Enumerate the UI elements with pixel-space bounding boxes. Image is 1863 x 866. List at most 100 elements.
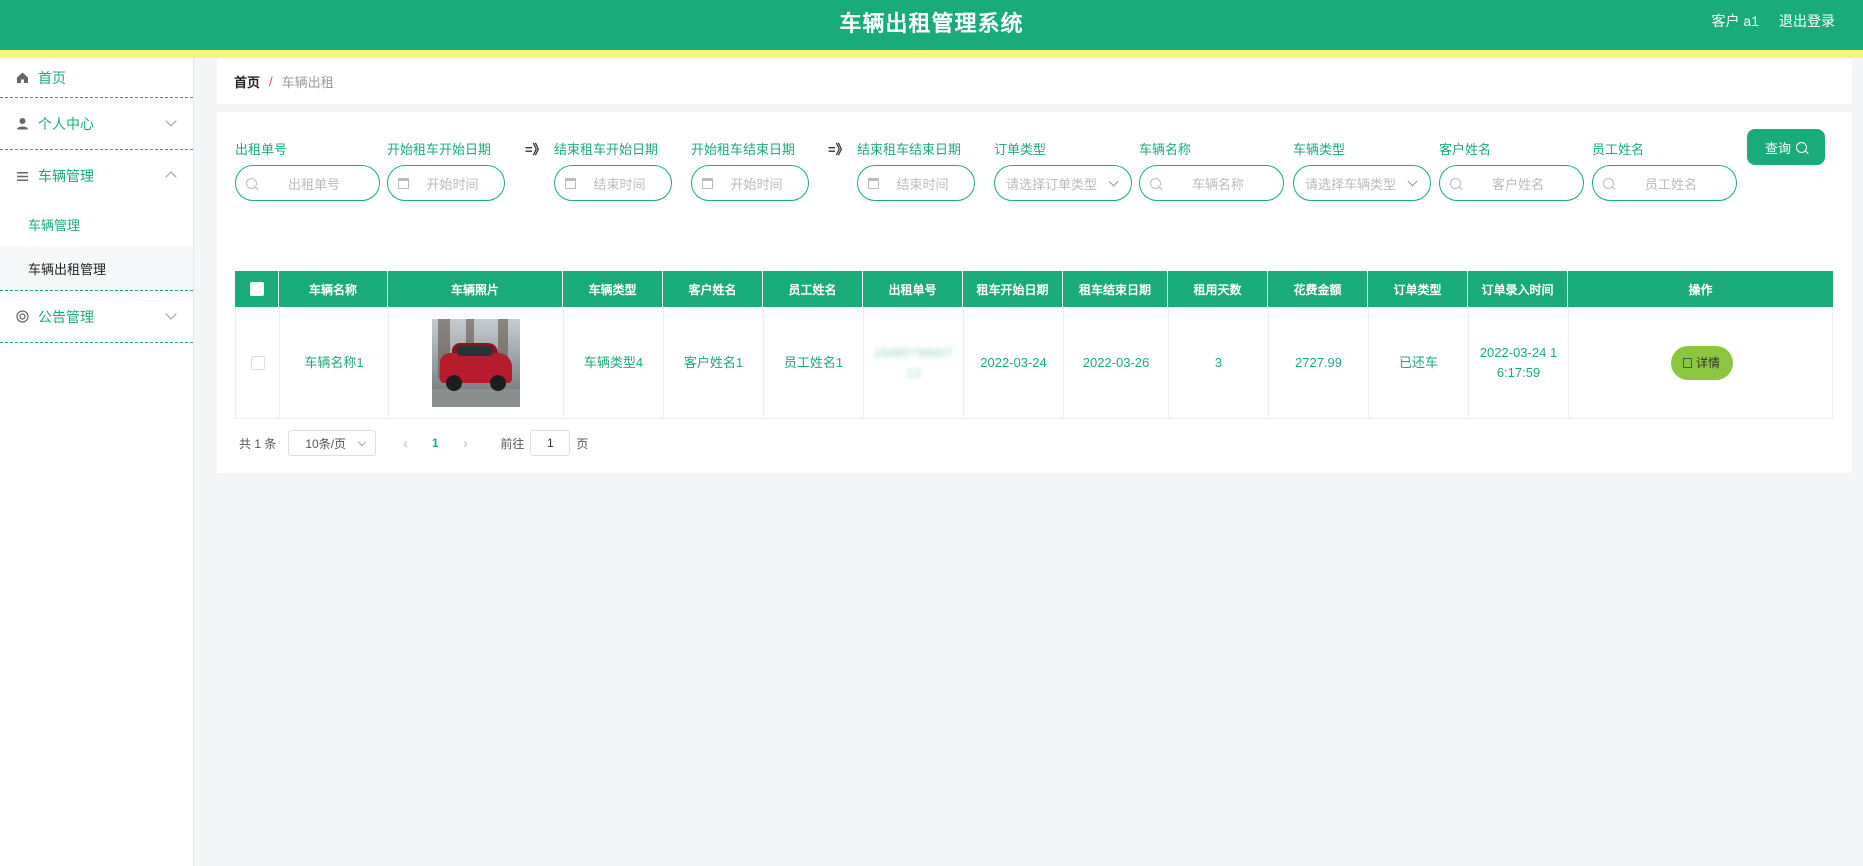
column-header[interactable]: 客户姓名 [663,271,763,307]
vehicle-name-cell: 车辆名称1 [280,307,389,419]
calendar-icon [565,177,576,189]
placeholder: 开始时间 [730,176,783,192]
chevron-down-icon [165,115,177,127]
sidebar-item-label: 公告管理 [38,308,94,325]
column-header[interactable]: 出租单号 [863,271,963,307]
column-header[interactable]: 租用天数 [1168,271,1268,307]
sidebar-subitem-vehicle-rental[interactable]: 车辆出租管理 [0,246,193,290]
main-panel: 出租单号 出租单号 开始租车开始日期 开始时间 =》 结束租车开始日期 结束时间… [217,112,1852,473]
query-button[interactable]: 查询 [1747,129,1825,165]
rent-start-from-date[interactable]: 开始时间 [387,165,505,201]
filter-label: 开始租车结束日期 [691,142,796,157]
filter-customer-name: 客户姓名 客户姓名 [1439,139,1584,201]
search-icon [1150,177,1161,189]
home-icon [14,70,30,86]
range-arrow: =》 [828,142,849,157]
vehicle-name-input[interactable]: 车辆名称 [1139,165,1284,201]
breadcrumb-current: 车辆出租 [281,74,334,90]
rental-table: 车辆名称 车辆照片 车辆类型 客户姓名 员工姓名 出租单号 租车开始日期 租车结… [235,271,1833,419]
column-header[interactable]: 车辆类型 [563,271,663,307]
placeholder: 车辆名称 [1191,176,1244,192]
page-number[interactable]: 1 [420,436,450,450]
staff-name-cell: 员工姓名1 [764,307,864,419]
sidebar-item-home[interactable]: 首页 [0,58,193,98]
filter-order-no: 出租单号 出租单号 [235,139,380,201]
pagination: 共 1 条 10条/页 ‹ 1 › 前往 1 页 [239,430,588,456]
staff-name-input[interactable]: 员工姓名 [1592,165,1737,201]
column-header[interactable]: 花费金额 [1268,271,1368,307]
sidebar: 首页 个人中心 车辆管理 车辆管理 车辆出租管理 公告管理 [0,58,194,866]
filter-rent-end-to: 结束租车结束日期 结束时间 [857,139,975,201]
column-header[interactable]: 车辆照片 [388,271,563,307]
search-icon [1796,141,1807,153]
placeholder: 客户姓名 [1491,176,1544,192]
row-checkbox[interactable] [250,356,265,370]
sidebar-item-label: 车辆管理 [38,168,94,184]
filter-vehicle-name: 车辆名称 车辆名称 [1139,139,1284,201]
filter-label: 员工姓名 [1592,142,1645,157]
next-page-button[interactable]: › [450,435,480,451]
detail-button[interactable]: 详情 [1670,346,1733,380]
order-no-input[interactable]: 出租单号 [235,165,380,201]
order-type-select[interactable]: 请选择订单类型 [994,165,1132,201]
header-stripe [0,50,1863,58]
table-header: 车辆名称 车辆照片 车辆类型 客户姓名 员工姓名 出租单号 租车开始日期 租车结… [235,271,1833,307]
column-header[interactable]: 操作 [1568,271,1833,307]
filter-label: 出租单号 [235,142,288,157]
chevron-down-icon [1407,176,1418,186]
column-header[interactable]: 租车结束日期 [1063,271,1168,307]
sidebar-item-announcements[interactable]: 公告管理 [0,291,193,343]
page-size-value: 10条/页 [305,436,347,451]
breadcrumb-separator: / [269,73,273,89]
rent-end-from-date[interactable]: 开始时间 [691,165,809,201]
goto-page-input[interactable]: 1 [530,430,571,456]
column-header[interactable]: 订单类型 [1368,271,1468,307]
vehicle-type-select[interactable]: 请选择车辆类型 [1293,165,1431,201]
search-icon [246,177,257,189]
sidebar-item-vehicle-management[interactable]: 车辆管理 [0,150,193,202]
customer-name-input[interactable]: 客户姓名 [1439,165,1584,201]
column-header[interactable]: 租车开始日期 [963,271,1063,307]
list-icon [14,168,30,184]
column-header[interactable]: 车辆名称 [279,271,388,307]
filter-rent-start-to: 结束租车开始日期 结束时间 [554,139,672,201]
search-icon [1450,177,1461,189]
placeholder: 员工姓名 [1644,176,1697,192]
sidebar-item-profile[interactable]: 个人中心 [0,98,193,150]
page-size-select[interactable]: 10条/页 [288,430,377,456]
vehicle-photo[interactable] [432,319,520,407]
filter-label: 车辆名称 [1139,142,1192,157]
created-at-cell: 2022-03-24 16:17:59 [1469,307,1569,419]
placeholder: 请选择订单类型 [1005,176,1097,192]
select-all-checkbox[interactable] [249,282,264,296]
sidebar-subitem-vehicles[interactable]: 车辆管理 [0,202,193,246]
rent-start-cell: 2022-03-24 [964,307,1064,419]
detail-button-label: 详情 [1695,356,1720,370]
chevron-down-icon [165,308,177,320]
filter-label: 客户姓名 [1439,142,1492,157]
column-header[interactable]: 订单录入时间 [1468,271,1568,307]
rent-end-cell: 2022-03-26 [1064,307,1169,419]
order-type-cell: 已还车 [1369,307,1469,419]
sidebar-item-label: 首页 [38,69,66,86]
action-cell: 详情 [1569,307,1834,419]
column-header[interactable]: 员工姓名 [763,271,863,307]
page-unit-label: 页 [576,436,589,451]
vehicle-menu-group: 车辆管理 车辆管理 车辆出租管理 [0,150,193,291]
placeholder: 请选择车辆类型 [1304,176,1396,192]
prev-page-button[interactable]: ‹ [390,435,420,451]
range-arrow: =》 [525,142,546,157]
filter-rent-end-from: 开始租车结束日期 开始时间 [691,139,809,201]
chevron-up-icon [165,171,177,183]
placeholder: 出租单号 [287,176,340,192]
rent-end-to-date[interactable]: 结束时间 [857,165,975,201]
filter-rent-start-from: 开始租车开始日期 开始时间 [387,139,505,201]
chevron-down-icon [358,437,367,447]
document-icon [1682,358,1692,368]
filter-label: 开始租车开始日期 [387,142,492,157]
pagination-total: 共 1 条 [239,436,277,451]
rent-start-to-date[interactable]: 结束时间 [554,165,672,201]
breadcrumb-home[interactable]: 首页 [234,72,260,91]
vehicle-photo-cell [389,307,564,419]
logout-button[interactable]: 退出登录 [1779,11,1835,31]
